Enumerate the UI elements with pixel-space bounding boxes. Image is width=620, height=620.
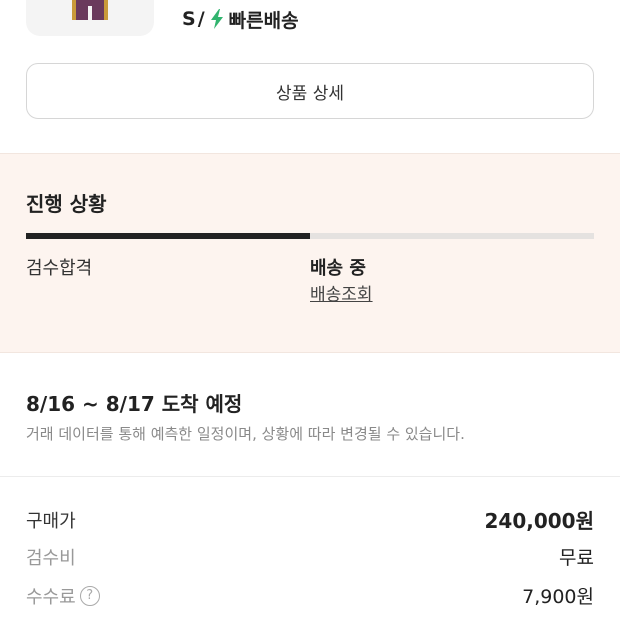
commission-label-group: 수수료 ? [26,583,100,609]
inspection-fee-value: 무료 [559,547,594,569]
divider [0,476,620,477]
purchase-price-label: 구매가 [26,510,76,532]
eta-title: 8/16 ~ 8/17 도착 예정 [26,392,243,416]
product-detail-button[interactable]: 상품 상세 [26,63,594,119]
progress-track [26,233,594,239]
eta-description: 거래 데이터를 통해 예측한 일정이며, 상황에 따라 변경될 수 있습니다. [26,425,465,443]
progress-section: 진행 상황 검수합격 배송 중 배송조회 [0,153,620,353]
inspection-fee-row: 검수비 무료 [26,543,594,570]
product-option-line: S / 빠른배송 [182,6,299,32]
option-separator: / [197,8,205,30]
step-inspection-passed: 검수합격 [26,258,93,279]
inspection-fee-label: 검수비 [26,547,76,569]
delivery-type: 빠른배송 [228,9,299,32]
commission-value: 7,900원 [522,586,594,608]
help-icon[interactable]: ? [79,585,100,606]
step-shipping: 배송 중 [310,258,366,279]
tracking-link[interactable]: 배송조회 [310,280,373,305]
purchase-price-value: 240,000원 [484,509,595,533]
product-image[interactable] [26,0,154,36]
commission-row: 수수료 ? 7,900원 [26,582,594,609]
progress-fill [26,233,310,239]
commission-label: 수수료 [26,586,76,608]
bolt-icon [210,9,223,29]
product-size: S [182,8,196,30]
progress-title: 진행 상황 [26,192,107,216]
purchase-price-row: 구매가 240,000원 [26,505,594,534]
